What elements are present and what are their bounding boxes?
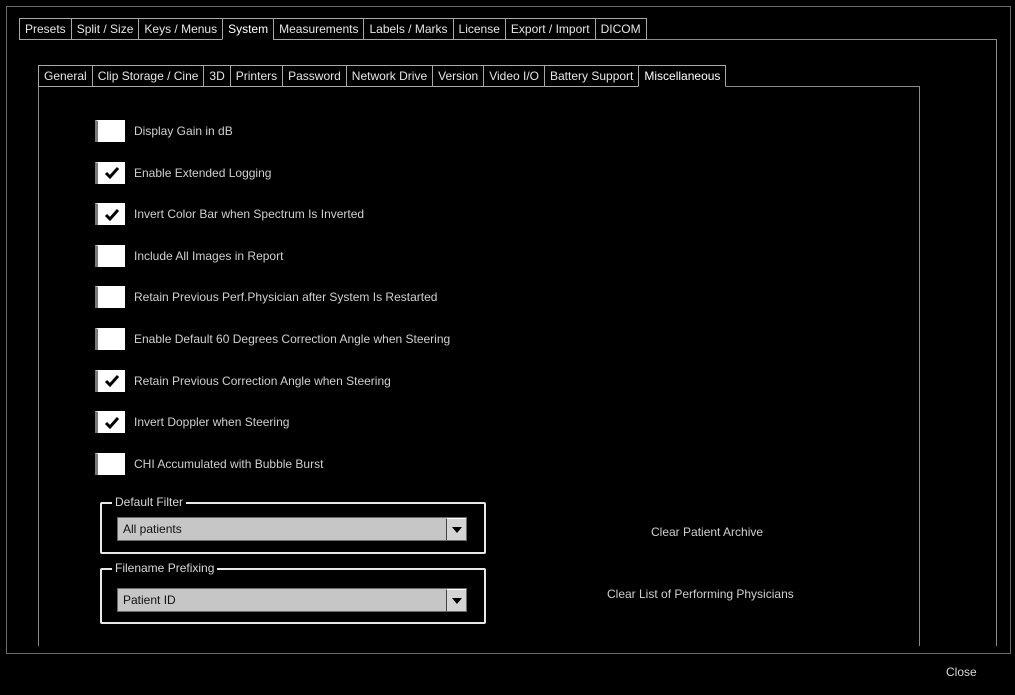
default-filter-select[interactable]: All patients bbox=[117, 517, 467, 541]
option-label: Display Gain in dB bbox=[134, 124, 233, 138]
top-tab-bar: Presets Split / Size Keys / Menus System Mea… bbox=[19, 18, 647, 40]
checkmark-icon bbox=[104, 208, 119, 221]
option-row: Enable Default 60 Degrees Correction Ang… bbox=[95, 327, 451, 350]
option-label: Invert Color Bar when Spectrum Is Invert… bbox=[134, 207, 365, 222]
option-label: Retain Previous Perf.Physician after Sys… bbox=[134, 290, 438, 305]
subtab-password[interactable]: Password bbox=[282, 65, 346, 87]
sub-tab-bar: General Clip Storage / Cine 3D Printers Pass… bbox=[38, 65, 727, 87]
subtab-clip-storage-cine[interactable]: Clip Storage / Cine bbox=[91, 65, 204, 87]
option-row: Display Gain in dB bbox=[95, 120, 450, 142]
subtab-miscellaneous[interactable]: Miscellaneous bbox=[638, 65, 727, 87]
option-label: Retain Previous Correction Angle when St… bbox=[134, 373, 391, 388]
checkmark-icon bbox=[104, 375, 119, 388]
option-checkbox[interactable] bbox=[95, 327, 125, 350]
option-label: Include All Images in Report bbox=[134, 248, 284, 263]
tab-license[interactable]: License bbox=[452, 18, 505, 40]
subtab-3d[interactable]: 3D bbox=[203, 65, 230, 87]
option-row: Retain Previous Perf.Physician after Sys… bbox=[95, 286, 450, 309]
tab-presets[interactable]: Presets bbox=[19, 18, 71, 40]
option-checkbox[interactable] bbox=[95, 244, 125, 267]
option-row: Enable Extended Logging bbox=[95, 161, 450, 184]
tab-labels-marks[interactable]: Labels / Marks bbox=[363, 18, 453, 40]
filename-prefixing-select[interactable]: Patient ID bbox=[117, 588, 467, 612]
default-filter-group: Default Filter All patients bbox=[100, 495, 486, 554]
option-checkbox[interactable] bbox=[95, 120, 125, 142]
default-filter-title: Default Filter bbox=[112, 495, 187, 509]
clear-physicians-list-button[interactable]: Clear List of Performing Physicians bbox=[607, 587, 794, 601]
close-button[interactable]: Close bbox=[946, 665, 977, 679]
checkmark-icon bbox=[104, 167, 119, 180]
checkmark-icon bbox=[104, 416, 119, 429]
option-row: Invert Doppler when Steering bbox=[95, 411, 450, 434]
subtab-version[interactable]: Version bbox=[432, 65, 484, 87]
subtab-network-drive[interactable]: Network Drive bbox=[345, 65, 433, 87]
subtab-general[interactable]: General bbox=[38, 65, 92, 87]
filename-prefixing-group: Filename Prefixing Patient ID bbox=[100, 561, 486, 624]
chevron-down-icon[interactable] bbox=[446, 589, 466, 611]
option-row: CHI Accumulated with Bubble Burst bbox=[95, 452, 450, 475]
option-checkbox[interactable] bbox=[95, 369, 125, 392]
option-row: Retain Previous Correction Angle when St… bbox=[95, 369, 450, 392]
tab-keys-menus[interactable]: Keys / Menus bbox=[138, 18, 223, 40]
subtab-battery-support[interactable]: Battery Support bbox=[544, 65, 639, 87]
option-checkbox[interactable] bbox=[95, 452, 125, 475]
filename-prefixing-title: Filename Prefixing bbox=[112, 561, 218, 575]
option-label: Enable Default 60 Degrees Correction Ang… bbox=[134, 331, 451, 346]
chevron-down-icon[interactable] bbox=[446, 518, 466, 540]
option-checkbox[interactable] bbox=[95, 203, 125, 226]
tab-split-size[interactable]: Split / Size bbox=[70, 18, 139, 40]
clear-patient-archive-button[interactable]: Clear Patient Archive bbox=[651, 525, 763, 539]
option-row: Invert Color Bar when Spectrum Is Invert… bbox=[95, 203, 450, 226]
tab-export-import[interactable]: Export / Import bbox=[504, 18, 595, 40]
options-list: Display Gain in dB Enable Extended Loggin… bbox=[95, 120, 450, 494]
option-label: Invert Doppler when Steering bbox=[134, 415, 290, 430]
option-checkbox[interactable] bbox=[95, 286, 125, 309]
option-row: Include All Images in Report bbox=[95, 244, 450, 267]
default-filter-value: All patients bbox=[123, 522, 182, 536]
option-label: CHI Accumulated with Bubble Burst bbox=[134, 456, 324, 471]
option-checkbox[interactable] bbox=[95, 161, 125, 184]
option-checkbox[interactable] bbox=[95, 411, 125, 434]
option-label: Enable Extended Logging bbox=[134, 165, 272, 180]
tab-system[interactable]: System bbox=[222, 18, 274, 40]
tab-measurements[interactable]: Measurements bbox=[273, 18, 364, 40]
subtab-video-i-o[interactable]: Video I/O bbox=[483, 65, 544, 87]
tab-dicom[interactable]: DICOM bbox=[594, 18, 647, 40]
subtab-printers[interactable]: Printers bbox=[229, 65, 283, 87]
filename-prefixing-value: Patient ID bbox=[123, 593, 176, 607]
